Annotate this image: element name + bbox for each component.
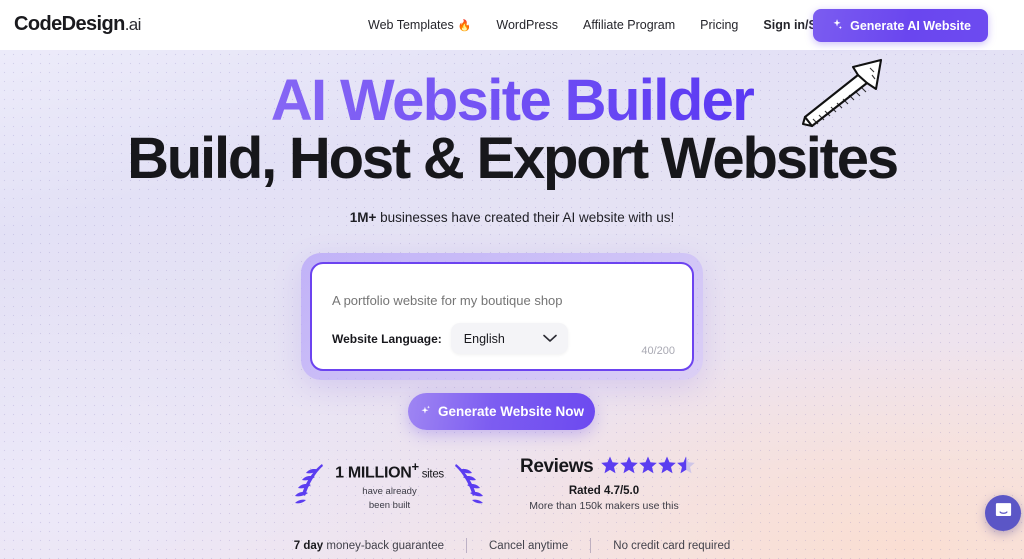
million-plus: +: [411, 459, 420, 474]
million-line3: been built: [368, 500, 411, 512]
site-header: CodeDesign.ai Web Templates 🔥 WordPress …: [0, 0, 1024, 50]
logo-name: CodeDesign: [14, 13, 125, 35]
nav-item-pricing[interactable]: Pricing: [700, 18, 738, 32]
guarantee-item-money-back: 7 day money-back guarantee: [272, 540, 466, 552]
reviews-block: Reviews Rated 4.7/5.0 More than 150k mak…: [520, 455, 770, 512]
cta-label: Generate AI Website: [850, 18, 971, 33]
guarantee-text: money-back guarantee: [323, 539, 444, 552]
hero-subtitle: 1M+ businesses have created their AI web…: [0, 210, 1024, 225]
million-sites-block: 1 MILLION+ sites have already been built: [288, 455, 488, 515]
generate-website-now-button[interactable]: Generate Website Now: [408, 393, 595, 430]
million-line2: have already: [362, 486, 417, 498]
logo-suffix: .ai: [124, 15, 142, 34]
million-sites-word: sites: [418, 468, 444, 481]
nav-label: Web Templates: [368, 18, 454, 32]
million-count: 1 MILLION+ sites: [332, 459, 447, 482]
laurel-wreath-icon: [295, 464, 323, 504]
chat-message-icon: [994, 501, 1013, 525]
language-row: Website Language: English: [332, 323, 568, 354]
chat-launcher-button[interactable]: [985, 495, 1021, 531]
guarantee-item-cancel-anytime: Cancel anytime: [489, 539, 569, 552]
generate-ai-website-button[interactable]: Generate AI Website: [813, 9, 988, 42]
fire-icon: 🔥: [457, 19, 472, 32]
star-rating: [601, 455, 697, 479]
nav-item-affiliate-program[interactable]: Affiliate Program: [583, 18, 675, 32]
nav-item-web-templates[interactable]: Web Templates 🔥: [368, 18, 471, 32]
character-counter: 40/200: [641, 345, 675, 357]
reviews-header: Reviews: [520, 455, 770, 479]
main-nav: Web Templates 🔥 WordPress Affiliate Prog…: [368, 0, 854, 50]
guarantee-item-no-credit-card: No credit card required: [613, 539, 731, 552]
language-label: Website Language:: [332, 331, 442, 346]
sparkle-icon: [419, 404, 432, 420]
logo[interactable]: CodeDesign.ai: [14, 13, 141, 36]
social-proof-section: 1 MILLION+ sites have already been built…: [0, 455, 1024, 517]
nav-item-wordpress[interactable]: WordPress: [496, 18, 558, 32]
language-select[interactable]: English: [450, 323, 568, 354]
prompt-card-glow: Website Language: English 40/200: [301, 253, 703, 380]
hand-drawn-arrow-icon: [801, 58, 883, 128]
subtitle-count: 1M+: [349, 209, 377, 225]
million-caption: have already been built: [332, 485, 447, 513]
chevron-down-icon: [542, 330, 557, 348]
guarantee-days: 7 day: [293, 539, 324, 552]
reviews-title: Reviews: [520, 456, 594, 477]
rating-value: Rated 4.7/5.0: [568, 485, 640, 497]
prompt-card: Website Language: English 40/200: [310, 262, 694, 371]
language-value: English: [463, 331, 505, 346]
sparkle-icon: [830, 18, 843, 34]
subtitle-text: businesses have created their AI website…: [376, 209, 675, 225]
makers-count: More than 150k makers use this: [529, 500, 679, 512]
million-text: 1 MILLION+ sites have already been built: [332, 459, 447, 513]
generate-button-label: Generate Website Now: [437, 404, 585, 419]
headline-secondary: Build, Host & Export Websites: [127, 125, 899, 191]
guarantee-bar: 7 day money-back guarantee Cancel anytim…: [0, 532, 1024, 559]
million-number: 1 MILLION: [335, 464, 412, 482]
laurel-wreath-icon: [455, 464, 483, 504]
website-prompt-input[interactable]: [332, 283, 674, 317]
